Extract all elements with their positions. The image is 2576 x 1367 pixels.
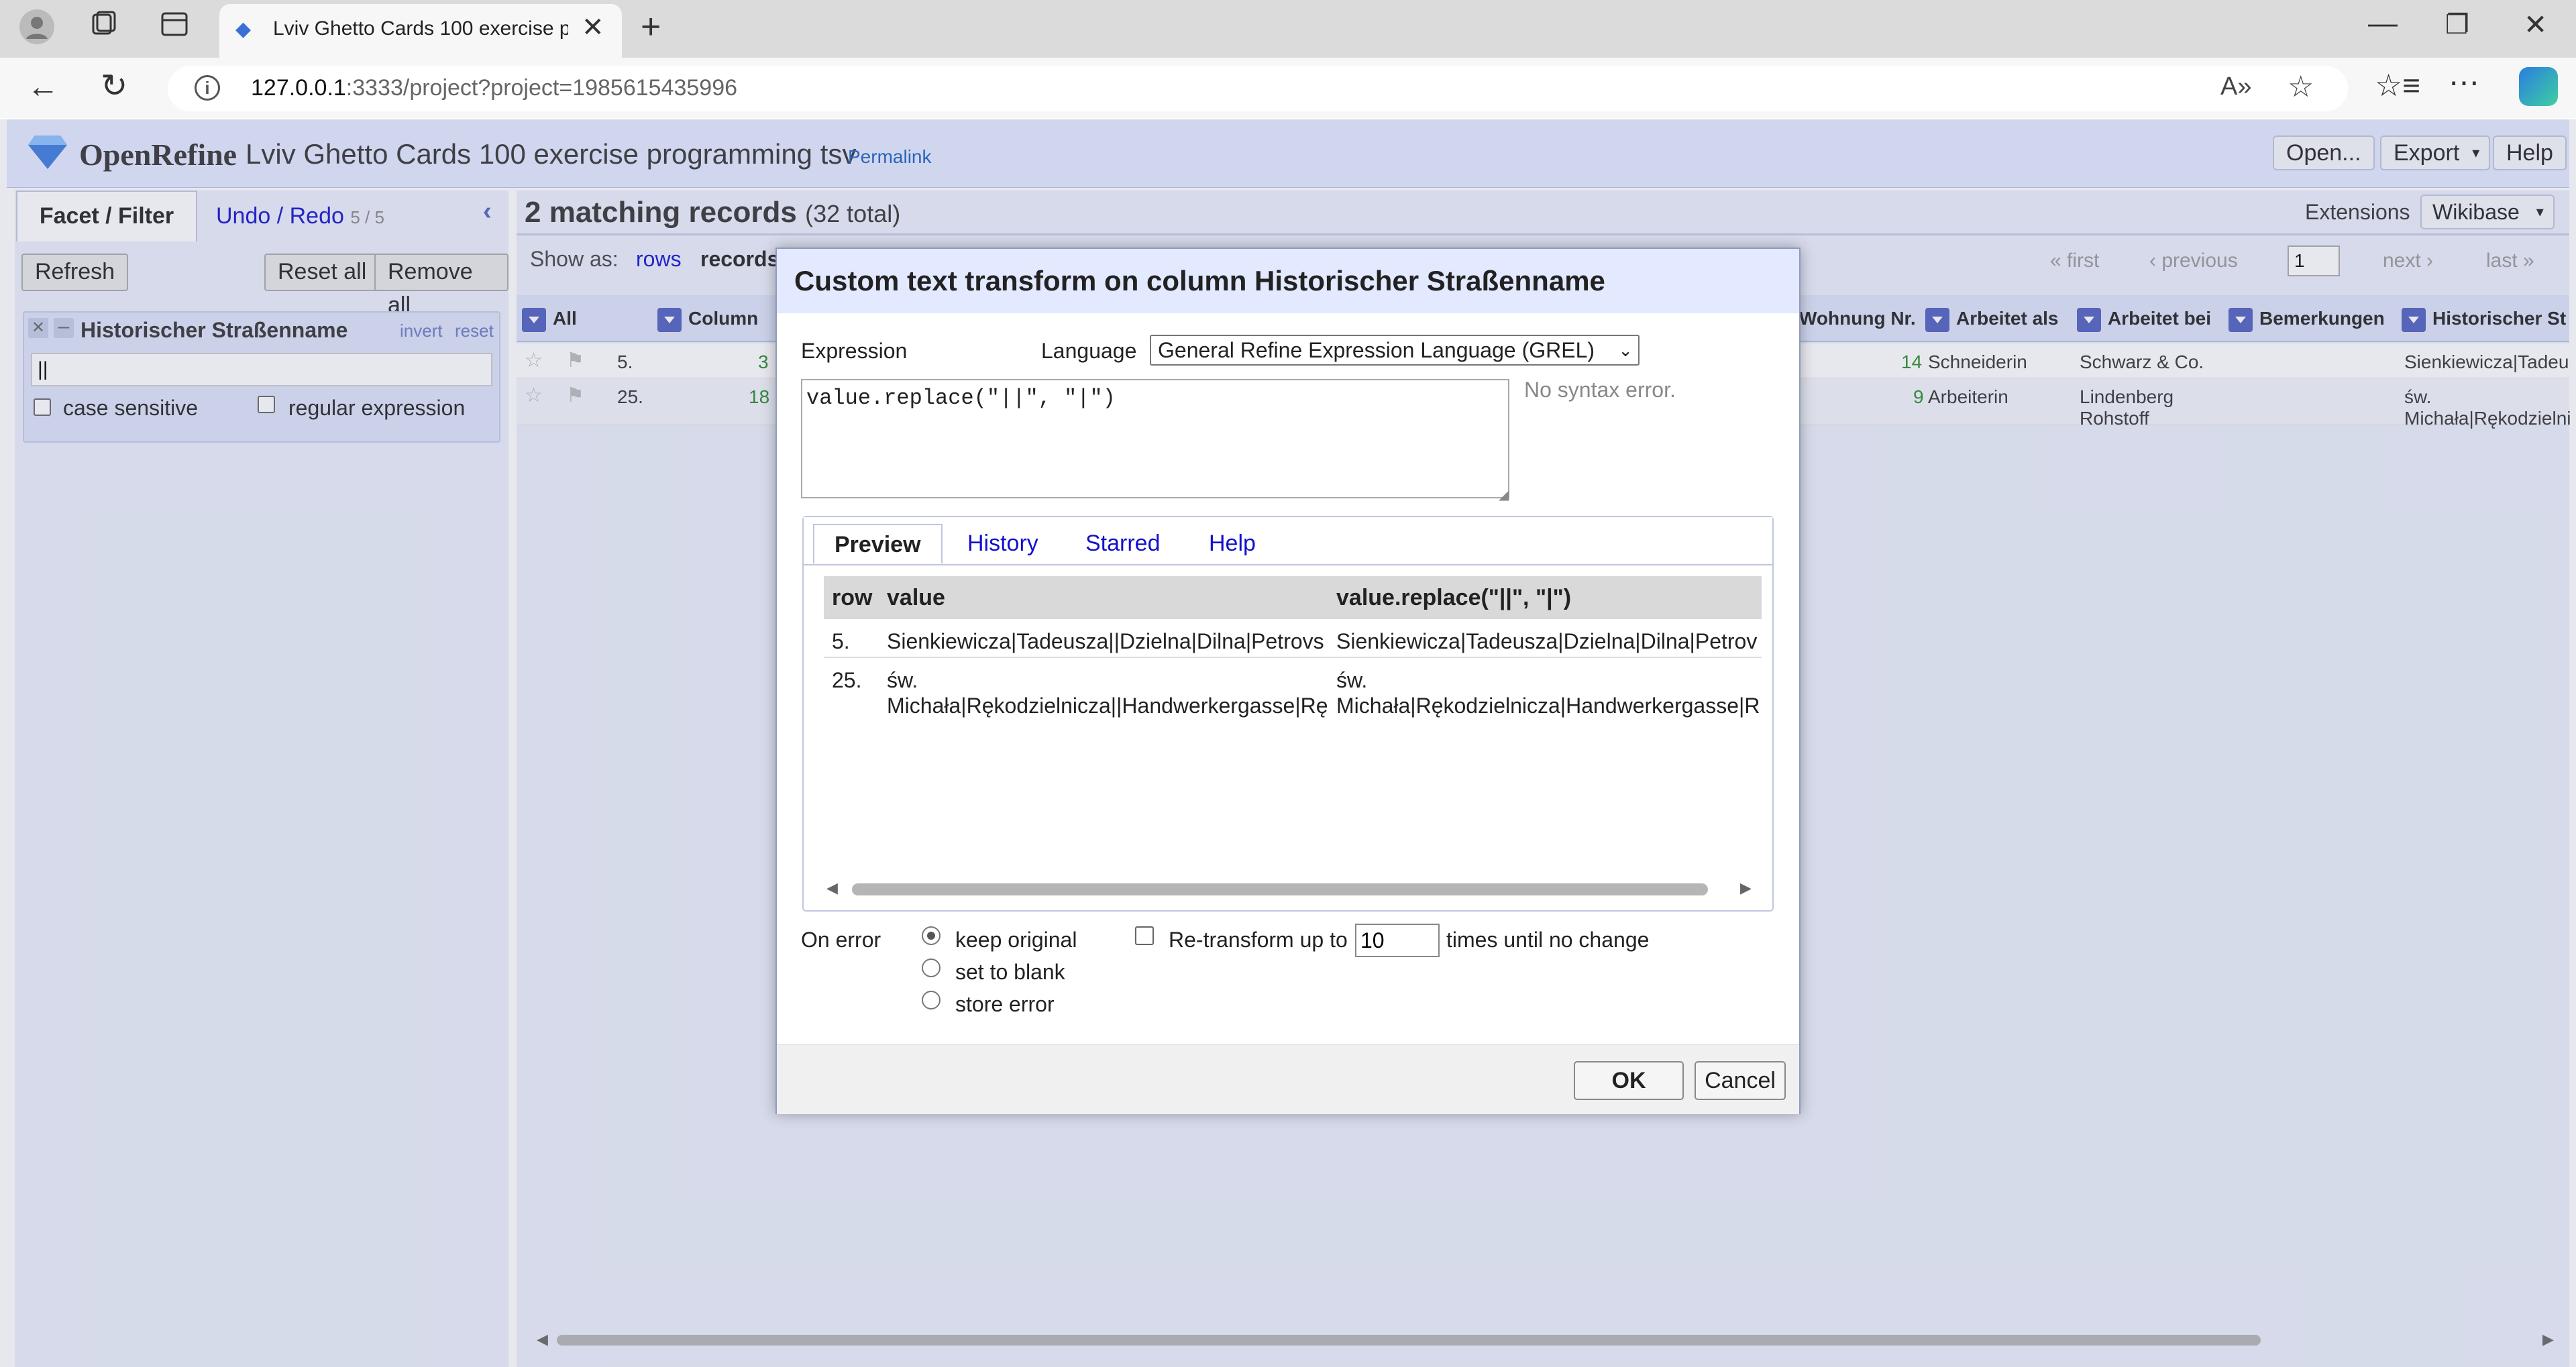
keep-original-label: keep original <box>955 928 1077 952</box>
preview-scroll-left-icon[interactable]: ◀ <box>826 879 838 897</box>
tab-preview[interactable]: Preview <box>813 524 943 564</box>
preview-panel: Preview History Starred Help row value v… <box>802 516 1774 912</box>
preview-value: Sienkiewicza|Tadeusza||Dzielna|Dilna|Pet… <box>879 619 1328 658</box>
expression-label: Expression <box>801 339 908 363</box>
browser-tab[interactable]: ◆ Lviv Ghetto Cards 100 exercise pr ✕ <box>219 4 622 58</box>
copilot-icon[interactable] <box>2519 67 2558 106</box>
language-label: Language <box>1041 339 1137 363</box>
cancel-button[interactable]: Cancel <box>1695 1061 1786 1100</box>
browser-tab-bar: ◆ Lviv Ghetto Cards 100 exercise pr ✕ + … <box>0 0 2576 58</box>
dialog-footer: OK Cancel <box>777 1044 1799 1114</box>
minimize-icon[interactable]: — <box>2368 7 2398 40</box>
read-aloud-icon[interactable]: A» <box>2220 72 2251 101</box>
preview-table: row value value.replace("||", "|") 5. Si… <box>824 576 1762 721</box>
table-row: 5. Sienkiewicza|Tadeusza||Dzielna|Dilna|… <box>824 619 1762 658</box>
preview-value: św. Michała|Rękodzielnicza||Handwerkerga… <box>887 668 1328 718</box>
language-select[interactable]: General Refine Expression Language (GREL… <box>1150 335 1640 366</box>
back-icon[interactable]: ← <box>27 68 59 105</box>
preview-result: św. Michała|Rękodzielnicza|Handwerkergas… <box>1336 668 1760 718</box>
workspaces-icon[interactable] <box>80 8 127 51</box>
tab-close-icon[interactable]: ✕ <box>582 12 604 43</box>
tab-starred[interactable]: Starred <box>1065 524 1181 564</box>
tab-title: Lviv Ghetto Cards 100 exercise pr <box>273 17 568 40</box>
new-tab-icon[interactable]: + <box>641 7 661 47</box>
custom-transform-dialog: Custom text transform on column Historis… <box>775 248 1801 1114</box>
dialog-title: Custom text transform on column Historis… <box>777 249 1799 313</box>
preview-header-row: row <box>824 576 879 619</box>
times-until-label: times until no change <box>1446 928 1650 952</box>
window-close-icon[interactable]: ✕ <box>2524 8 2547 41</box>
restore-icon[interactable]: ❐ <box>2445 9 2469 40</box>
favorites-icon[interactable]: ☆≡ <box>2375 67 2420 103</box>
url-text: 127.0.0.1:3333/project?project=198561543… <box>251 75 738 101</box>
retransform-label: Re-transform up to <box>1169 928 1348 952</box>
tab-help[interactable]: Help <box>1189 524 1276 564</box>
preview-header-value: value <box>879 576 1328 619</box>
set-to-blank-label: set to blank <box>955 960 1065 984</box>
profile-icon[interactable] <box>13 8 60 56</box>
set-to-blank-radio[interactable] <box>922 959 941 977</box>
on-error-label: On error <box>801 928 881 952</box>
retransform-count-input[interactable] <box>1355 924 1440 957</box>
preview-row-num: 25. <box>832 668 862 692</box>
expression-textarea[interactable]: value.replace("||", "|") <box>801 379 1509 498</box>
site-info-icon[interactable]: i <box>195 75 220 101</box>
favorite-star-icon[interactable]: ☆ <box>2288 70 2314 104</box>
reload-icon[interactable]: ↻ <box>101 67 127 105</box>
syntax-status: No syntax error. <box>1524 378 1676 402</box>
address-bar[interactable]: i 127.0.0.1:3333/project?project=1985615… <box>168 66 2348 111</box>
tab-actions-icon[interactable] <box>151 8 198 51</box>
more-menu-icon[interactable]: ⋯ <box>2449 64 2479 101</box>
preview-header-result: value.replace("||", "|") <box>1328 576 1762 619</box>
preview-row-num: 5. <box>824 619 879 658</box>
table-row: 25. św. Michała|Rękodzielnicza||Handwerk… <box>824 657 1762 721</box>
preview-scroll-right-icon[interactable]: ▶ <box>1740 879 1752 897</box>
tab-favicon-icon: ◆ <box>235 18 252 40</box>
resize-grip-icon[interactable]: ◢ <box>1499 486 1509 503</box>
tab-history[interactable]: History <box>947 524 1059 564</box>
store-error-label: store error <box>955 992 1055 1016</box>
select-caret-icon: ⌄ <box>1618 340 1633 360</box>
preview-result: Sienkiewicza|Tadeusza|Dzielna|Dilna|Petr… <box>1328 619 1762 658</box>
ok-button[interactable]: OK <box>1574 1061 1684 1100</box>
store-error-radio[interactable] <box>922 991 941 1009</box>
retransform-checkbox[interactable] <box>1135 926 1154 945</box>
preview-scrollbar[interactable] <box>852 883 1708 895</box>
keep-original-radio[interactable] <box>922 926 941 945</box>
